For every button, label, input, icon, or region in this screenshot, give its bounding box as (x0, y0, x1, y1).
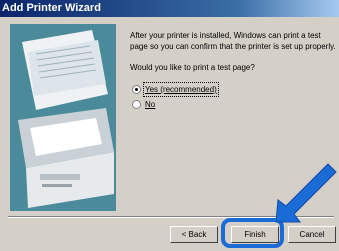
add-printer-wizard-window: Add Printer Wizard After your printer is… (0, 0, 339, 251)
test-page-question: Would you like to print a test page? (130, 63, 255, 72)
no-radio-button[interactable] (132, 100, 141, 109)
option-no[interactable]: No (130, 97, 336, 112)
printer-image-icon (10, 24, 116, 211)
yes-option-label[interactable]: Yes (recommended) (143, 82, 219, 97)
no-option-label[interactable]: No (145, 99, 155, 110)
cancel-button[interactable]: Cancel (288, 226, 336, 243)
title-bar[interactable]: Add Printer Wizard (0, 0, 339, 17)
option-yes[interactable]: Yes (recommended) (130, 82, 336, 97)
install-message: After your printer is installed, Windows… (130, 31, 336, 51)
window-title: Add Printer Wizard (2, 2, 101, 14)
wizard-content: After your printer is installed, Windows… (130, 30, 336, 112)
yes-radio-button[interactable] (132, 85, 141, 94)
printer-illustration (10, 24, 116, 211)
pointer-arrow-icon (275, 163, 337, 223)
back-button[interactable]: < Back (170, 226, 218, 243)
